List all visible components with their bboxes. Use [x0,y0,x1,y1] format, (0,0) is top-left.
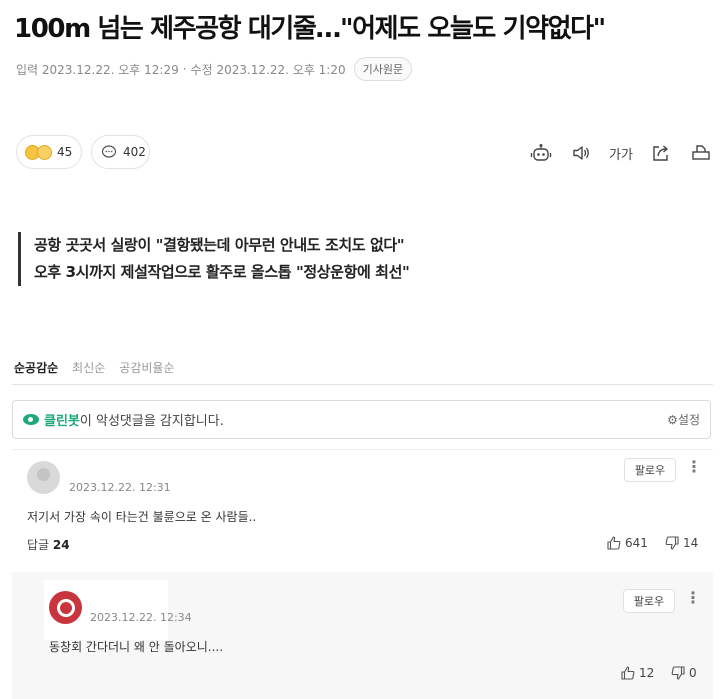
article-meta: 입력 2023.12.22. 오후 12:29 · 수정 2023.12.22.… [16,57,413,81]
cheer-emoji-icon [37,144,52,160]
reply-label: 답글 [27,538,50,552]
cleanbot-settings-button[interactable]: ⚙설정 [667,411,700,428]
reply-toggle[interactable]: 답글 24 [27,536,70,553]
summary-line: 오후 3시까지 제설작업으로 활주로 올스톱 "정상운항에 최선" [34,263,410,281]
speaker-icon[interactable] [569,142,593,164]
thumbs-down-icon [665,536,679,550]
comment-text: 저기서 가장 속이 타는건 불륜으로 온 사람들.. [27,510,257,524]
font-size-label: 가가 [609,147,633,163]
dislike-count: 0 [689,666,697,680]
dislike-button[interactable]: 14 [665,536,698,550]
like-button[interactable]: 641 [607,536,648,550]
cleanbot-message: 이 악성댓글을 감지합니다. [79,414,224,429]
more-options-icon[interactable]: ⋮ [685,588,701,607]
sort-divider [12,384,713,385]
comment-divider [12,449,713,450]
published-time: 입력 2023.12.22. 오후 12:29 [16,62,179,77]
reaction-button[interactable]: 45 [16,135,82,169]
article-tools: 가가 [529,142,713,164]
sort-tab-ratio[interactable]: 공감비율순 [119,359,174,376]
modified-time: 수정 2023.12.22. 오후 1:20 [190,62,346,77]
follow-button[interactable]: 팔로우 [624,458,676,482]
cleanbot-brand: 클린봇 [44,414,80,429]
sort-tab-latest[interactable]: 최신순 [72,359,105,376]
follow-button[interactable]: 팔로우 [623,589,675,613]
robot-icon[interactable] [529,142,553,164]
summary-line: 공항 곳곳서 실랑이 "결항됐는데 아무런 안내도 조치도 없다" [34,236,405,254]
speech-bubble-icon [101,145,117,158]
reaction-count: 45 [57,145,73,159]
comment-sort-tabs: 순공감순 최신순 공감비율순 [14,359,175,376]
more-options-icon[interactable]: ⋮ [686,457,702,476]
cleanbot-eye-icon [23,414,39,425]
settings-label: 설정 [677,413,700,427]
gear-icon: ⚙ [667,413,678,427]
like-button[interactable]: 12 [621,666,654,680]
thumbs-down-icon [671,666,685,680]
meta-separator: · [182,62,187,76]
thumbs-up-icon [621,666,635,680]
article-summary: 공항 곳곳서 실랑이 "결항됐는데 아무런 안내도 조치도 없다" 오후 3시까… [18,232,410,286]
font-size-button[interactable]: 가가 [609,142,633,164]
cleanbot-banner: 클린봇 이 악성댓글을 감지합니다. ⚙설정 [12,400,711,439]
avatar[interactable] [49,591,82,624]
comment-text: 동창회 간다더니 왜 안 돌아오니.... [49,640,224,654]
comment-date: 2023.12.22. 12:31 [69,481,171,494]
comment-count-button[interactable]: 402 [91,135,150,169]
like-count: 12 [639,666,655,680]
dislike-button[interactable]: 0 [671,666,697,680]
dislike-count: 14 [683,536,699,550]
article-headline: 100m 넘는 제주공항 대기줄…"어제도 오늘도 기약없다" [14,14,606,44]
original-article-button[interactable]: 기사원문 [353,57,413,81]
comment-count: 402 [123,145,146,159]
share-icon[interactable] [649,142,673,164]
comment-date: 2023.12.22. 12:34 [90,611,192,624]
reply-count: 24 [52,538,70,552]
thumbs-up-icon [607,536,621,550]
avatar[interactable] [27,461,60,494]
sort-tab-sympathy[interactable]: 순공감순 [14,359,58,376]
print-icon[interactable] [689,142,713,164]
like-count: 641 [625,536,648,550]
